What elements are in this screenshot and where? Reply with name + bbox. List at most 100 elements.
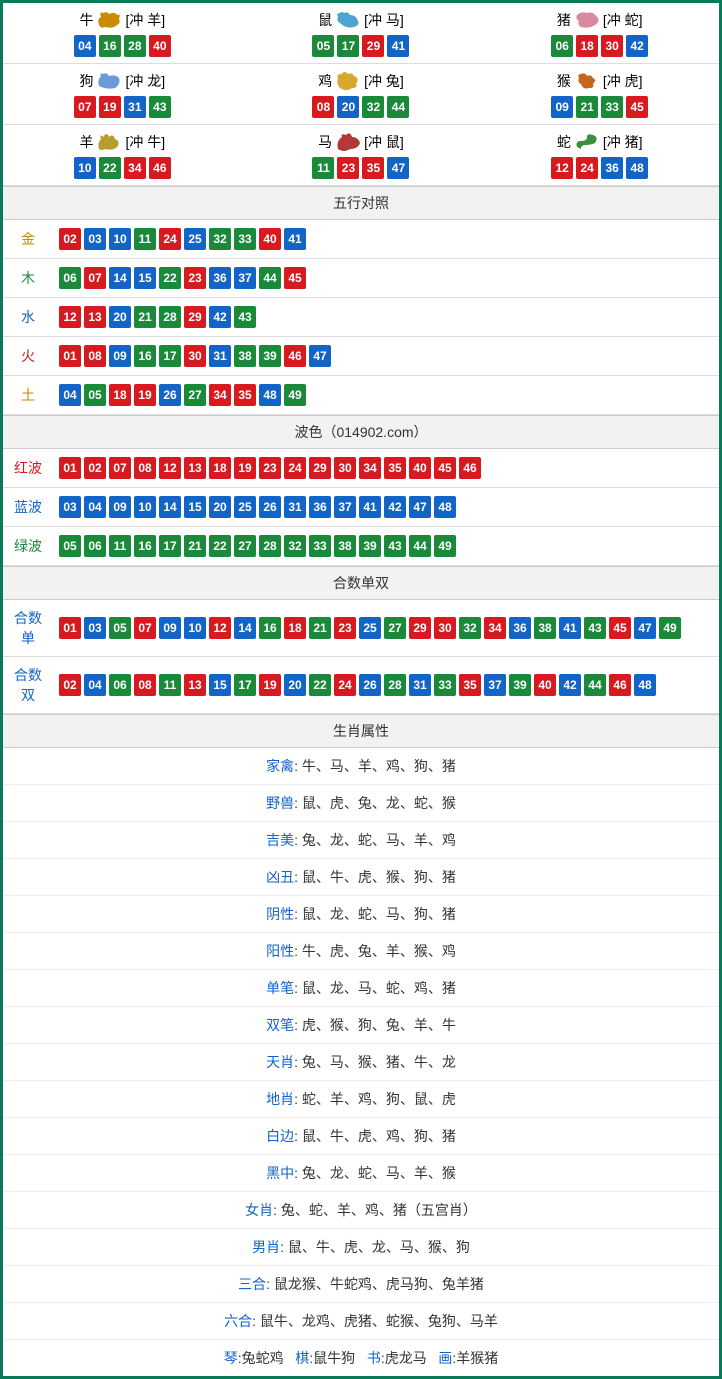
number-ball: 49 bbox=[434, 535, 456, 557]
number-ball: 27 bbox=[384, 617, 406, 639]
attr-label: 家禽 bbox=[266, 758, 294, 774]
number-ball: 48 bbox=[434, 496, 456, 518]
attr-value: 鼠龙猴、牛蛇鸡、虎马狗、兔羊猪 bbox=[274, 1276, 484, 1292]
number-ball: 34 bbox=[124, 157, 146, 179]
number-ball: 18 bbox=[109, 384, 131, 406]
number-ball: 43 bbox=[584, 617, 606, 639]
heshu-header: 合数单双 bbox=[3, 566, 719, 600]
number-ball: 05 bbox=[84, 384, 106, 406]
number-ball: 43 bbox=[384, 535, 406, 557]
number-ball: 38 bbox=[234, 345, 256, 367]
number-ball: 38 bbox=[534, 617, 556, 639]
number-ball: 37 bbox=[484, 674, 506, 696]
number-ball: 12 bbox=[59, 306, 81, 328]
number-ball: 04 bbox=[74, 35, 96, 57]
attr-row: 女肖: 兔、蛇、羊、鸡、猪（五宫肖） bbox=[3, 1192, 719, 1229]
ox-icon bbox=[95, 9, 123, 31]
zodiac-cell: 马[冲 鼠]11233547 bbox=[242, 125, 481, 186]
number-ball: 03 bbox=[84, 617, 106, 639]
number-ball: 18 bbox=[284, 617, 306, 639]
number-ball: 33 bbox=[434, 674, 456, 696]
number-ball: 07 bbox=[109, 457, 131, 479]
number-ball: 41 bbox=[559, 617, 581, 639]
number-ball: 02 bbox=[59, 674, 81, 696]
attr-value: 虎、猴、狗、兔、羊、牛 bbox=[302, 1017, 456, 1033]
attr-row: 三合: 鼠龙猴、牛蛇鸡、虎马狗、兔羊猪 bbox=[3, 1266, 719, 1303]
number-ball: 18 bbox=[576, 35, 598, 57]
row-balls: 02031011242532334041 bbox=[53, 220, 719, 259]
number-ball: 47 bbox=[634, 617, 656, 639]
number-ball: 34 bbox=[359, 457, 381, 479]
bose-header: 波色（014902.com） bbox=[3, 415, 719, 449]
shuxing-list: 家禽: 牛、马、羊、鸡、狗、猪野兽: 鼠、虎、兔、龙、蛇、猴吉美: 兔、龙、蛇、… bbox=[3, 748, 719, 1340]
number-ball: 31 bbox=[124, 96, 146, 118]
number-ball: 29 bbox=[409, 617, 431, 639]
attr-label: 单笔 bbox=[266, 980, 294, 996]
zodiac-chong: [冲 蛇] bbox=[603, 10, 643, 30]
zodiac-chong: [冲 兔] bbox=[364, 71, 404, 91]
row-label: 绿波 bbox=[3, 527, 53, 566]
number-ball: 37 bbox=[234, 267, 256, 289]
number-ball: 20 bbox=[209, 496, 231, 518]
row-label: 合数单 bbox=[3, 600, 53, 657]
number-ball: 44 bbox=[259, 267, 281, 289]
row-balls: 1213202128294243 bbox=[53, 298, 719, 337]
attr-row: 双笔: 虎、猴、狗、兔、羊、牛 bbox=[3, 1007, 719, 1044]
number-ball: 31 bbox=[409, 674, 431, 696]
attr-value: 兔、蛇、羊、鸡、猪（五宫肖） bbox=[281, 1202, 477, 1218]
number-ball: 19 bbox=[99, 96, 121, 118]
zodiac-cell: 猴[冲 虎]09213345 bbox=[480, 64, 719, 125]
number-ball: 09 bbox=[551, 96, 573, 118]
attr-label: 黑中 bbox=[266, 1165, 294, 1181]
number-ball: 17 bbox=[159, 345, 181, 367]
number-ball: 05 bbox=[312, 35, 334, 57]
row-balls: 0204060811131517192022242628313335373940… bbox=[53, 657, 719, 714]
number-ball: 44 bbox=[387, 96, 409, 118]
number-ball: 04 bbox=[59, 384, 81, 406]
zodiac-name: 鼠 bbox=[318, 10, 332, 30]
attr-label: 吉美 bbox=[266, 832, 294, 848]
attr-label: 白边 bbox=[266, 1128, 294, 1144]
attr-row: 六合: 鼠牛、龙鸡、虎猪、蛇猴、兔狗、马羊 bbox=[3, 1303, 719, 1340]
rat-icon bbox=[334, 9, 362, 31]
number-ball: 16 bbox=[259, 617, 281, 639]
heshu-table: 合数单0103050709101214161821232527293032343… bbox=[3, 600, 719, 714]
number-ball: 47 bbox=[309, 345, 331, 367]
wuxing-table: 金02031011242532334041木060714152223363744… bbox=[3, 220, 719, 415]
zodiac-cell: 鸡[冲 兔]08203244 bbox=[242, 64, 481, 125]
number-ball: 35 bbox=[384, 457, 406, 479]
number-ball: 36 bbox=[209, 267, 231, 289]
row-balls: 0102070812131819232429303435404546 bbox=[53, 449, 719, 488]
number-ball: 23 bbox=[337, 157, 359, 179]
number-ball: 22 bbox=[209, 535, 231, 557]
number-ball: 11 bbox=[159, 674, 181, 696]
zodiac-chong: [冲 牛] bbox=[125, 132, 165, 152]
attr-row: 白边: 鼠、牛、虎、鸡、狗、猪 bbox=[3, 1118, 719, 1155]
zodiac-name: 羊 bbox=[79, 132, 93, 152]
number-ball: 33 bbox=[309, 535, 331, 557]
number-ball: 44 bbox=[584, 674, 606, 696]
number-ball: 33 bbox=[601, 96, 623, 118]
zodiac-chong: [冲 马] bbox=[364, 10, 404, 30]
attr-label: 天肖 bbox=[266, 1054, 294, 1070]
zodiac-name: 猪 bbox=[557, 10, 571, 30]
number-ball: 49 bbox=[659, 617, 681, 639]
attr-label: 双笔 bbox=[266, 1017, 294, 1033]
number-ball: 18 bbox=[209, 457, 231, 479]
number-ball: 17 bbox=[234, 674, 256, 696]
number-ball: 36 bbox=[601, 157, 623, 179]
number-ball: 36 bbox=[309, 496, 331, 518]
number-ball: 48 bbox=[634, 674, 656, 696]
number-ball: 23 bbox=[184, 267, 206, 289]
number-ball: 09 bbox=[109, 496, 131, 518]
number-ball: 28 bbox=[384, 674, 406, 696]
monkey-icon bbox=[573, 70, 601, 92]
number-ball: 01 bbox=[59, 345, 81, 367]
number-ball: 35 bbox=[459, 674, 481, 696]
row-label: 火 bbox=[3, 337, 53, 376]
number-ball: 42 bbox=[626, 35, 648, 57]
row-label: 合数双 bbox=[3, 657, 53, 714]
bottom-value: :兔蛇鸡 bbox=[238, 1350, 284, 1366]
number-ball: 07 bbox=[134, 617, 156, 639]
row-balls: 0108091617303138394647 bbox=[53, 337, 719, 376]
